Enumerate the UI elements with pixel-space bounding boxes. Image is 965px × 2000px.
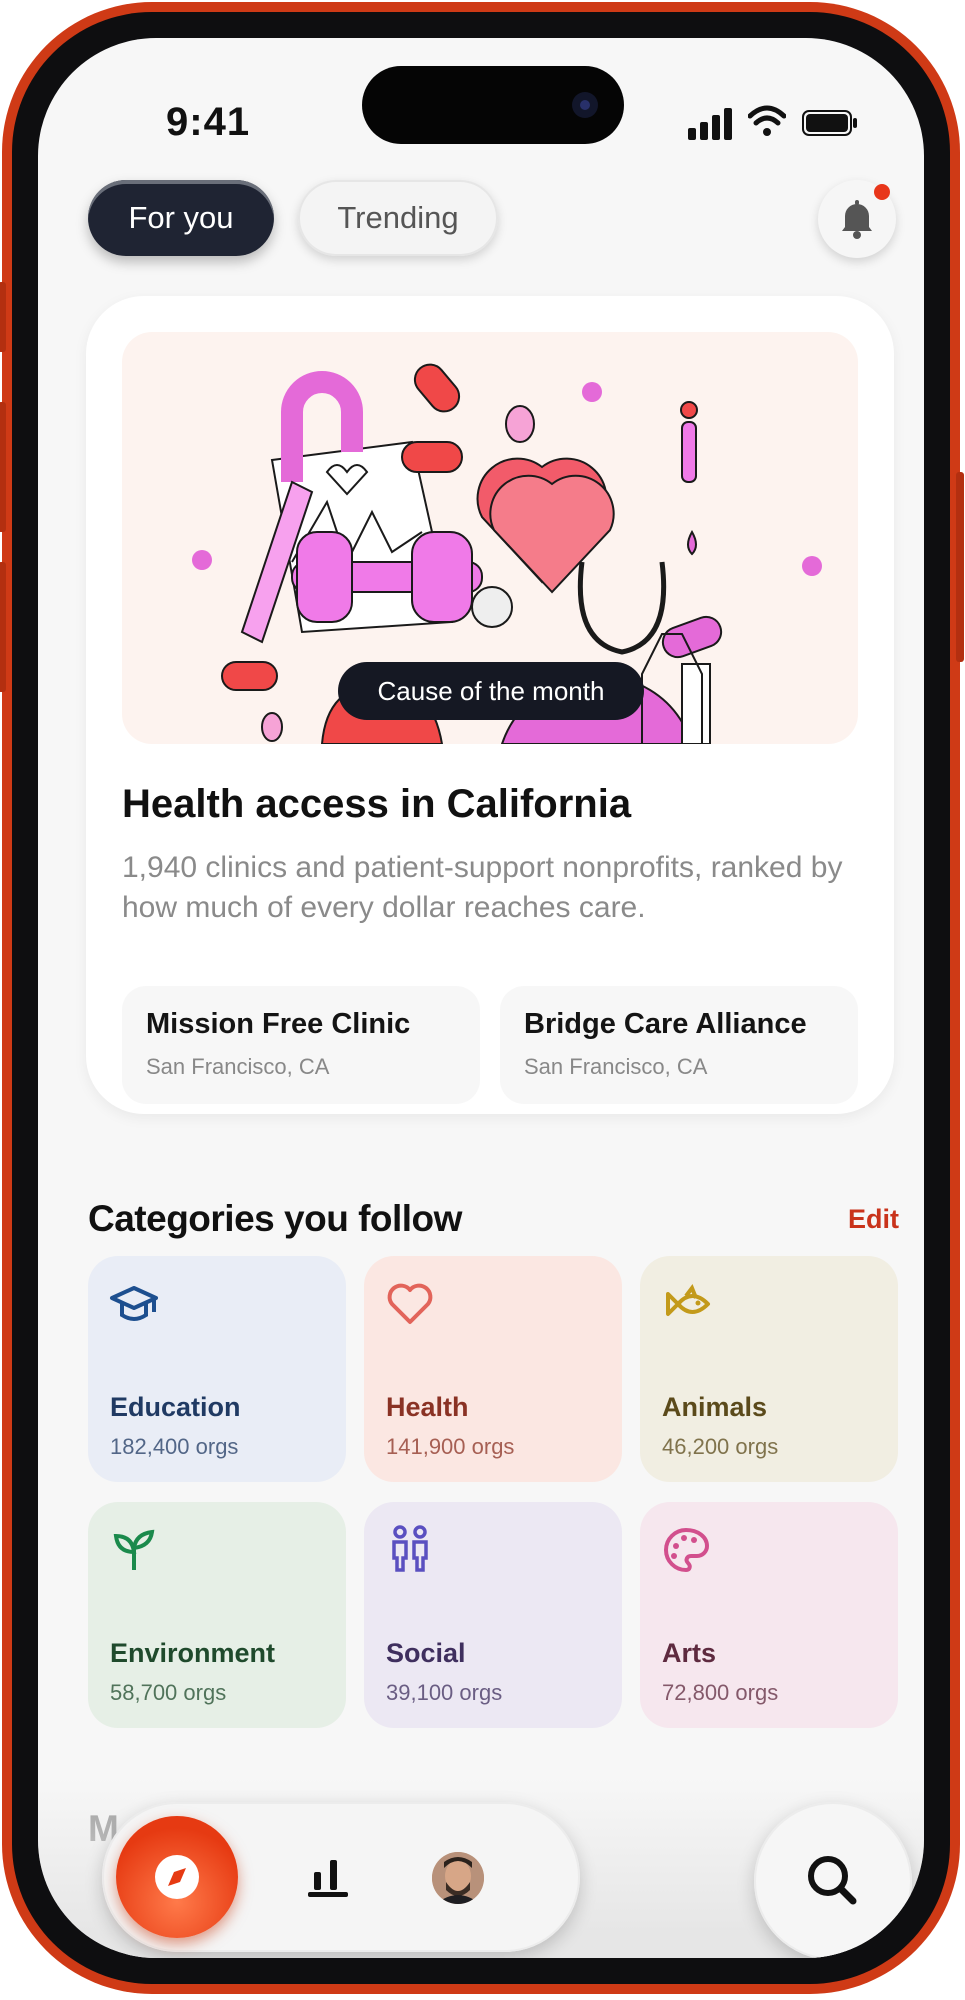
screen: 9:41 For you Trending Cause of the month…: [38, 38, 924, 1958]
wifi-icon: [748, 105, 786, 136]
sprout-icon: [113, 1529, 155, 1570]
notification-badge: [874, 184, 890, 200]
category-tile-education[interactable]: Education 182,400 orgs: [88, 1256, 346, 1482]
category-name: Social: [386, 1638, 466, 1668]
cellular-signal-icon: [688, 108, 732, 140]
graduation-cap-icon: [110, 1286, 158, 1321]
nav-explore-button[interactable]: [116, 1816, 238, 1938]
category-count: 182,400 orgs: [110, 1434, 239, 1459]
feature-description: 1,940 clinics and patient-support nonpro…: [122, 851, 843, 924]
notifications-button[interactable]: [818, 180, 896, 258]
category-name: Animals: [662, 1392, 768, 1422]
search-button[interactable]: [754, 1802, 912, 1958]
avatar-image: [432, 1852, 484, 1904]
category-tile-animals[interactable]: Animals 46,200 orgs: [640, 1256, 898, 1482]
volume-down-button: [0, 562, 6, 692]
volume-up-button: [0, 402, 6, 532]
category-name: Health: [386, 1392, 469, 1422]
cause-of-month-tag: Cause of the month: [338, 662, 644, 720]
palette-icon: [664, 1527, 710, 1573]
phone-frame: 9:41 For you Trending Cause of the month…: [0, 2, 964, 1994]
search-icon: [808, 1856, 857, 1905]
tab-trending[interactable]: Trending: [298, 180, 498, 256]
category-count: 39,100 orgs: [386, 1680, 503, 1705]
camera-icon: [572, 92, 598, 118]
category-name: Education: [110, 1392, 241, 1422]
stats-icon[interactable]: [308, 1854, 348, 1898]
category-tile-arts[interactable]: Arts 72,800 orgs: [640, 1502, 898, 1728]
category-tile-social[interactable]: Social 39,100 orgs: [364, 1502, 622, 1728]
dynamic-island: [362, 66, 624, 144]
fish-icon: [666, 1283, 710, 1316]
org-card[interactable]: Mission Free Clinic San Francisco, CA: [122, 986, 480, 1104]
phone-bezel: 9:41 For you Trending Cause of the month…: [12, 12, 950, 1984]
org-location: San Francisco, CA: [146, 1054, 330, 1079]
category-count: 72,800 orgs: [662, 1680, 779, 1705]
category-count: 141,900 orgs: [386, 1434, 515, 1459]
feature-title: Health access in California: [122, 782, 632, 826]
bottom-nav-bar: [102, 1802, 580, 1952]
action-button: [0, 282, 6, 352]
edit-categories-link[interactable]: Edit: [848, 1204, 899, 1235]
status-time: 9:41: [166, 100, 251, 144]
org-name: Bridge Care Alliance: [524, 1008, 807, 1040]
tab-for-you[interactable]: For you: [88, 180, 274, 256]
category-count: 58,700 orgs: [110, 1680, 227, 1705]
compass-icon: [155, 1855, 199, 1899]
category-name: Environment: [110, 1638, 276, 1668]
category-name: Arts: [662, 1638, 717, 1668]
health-illustration: Cause of the month: [122, 332, 858, 744]
featured-cause-card[interactable]: Cause of the month Health access in Cali…: [86, 296, 894, 1114]
battery-icon: [802, 110, 857, 136]
org-location: San Francisco, CA: [524, 1054, 708, 1079]
org-card[interactable]: Bridge Care Alliance San Francisco, CA: [500, 986, 858, 1104]
categories-section-title: Categories you follow: [88, 1198, 462, 1239]
profile-avatar[interactable]: [432, 1852, 484, 1904]
org-name: Mission Free Clinic: [146, 1008, 411, 1040]
people-icon: [392, 1525, 428, 1572]
power-button: [956, 472, 964, 662]
category-tile-health[interactable]: Health 141,900 orgs: [364, 1256, 622, 1482]
category-tile-environment[interactable]: Environment 58,700 orgs: [88, 1502, 346, 1728]
category-count: 46,200 orgs: [662, 1434, 779, 1459]
heart-icon: [387, 1283, 433, 1324]
